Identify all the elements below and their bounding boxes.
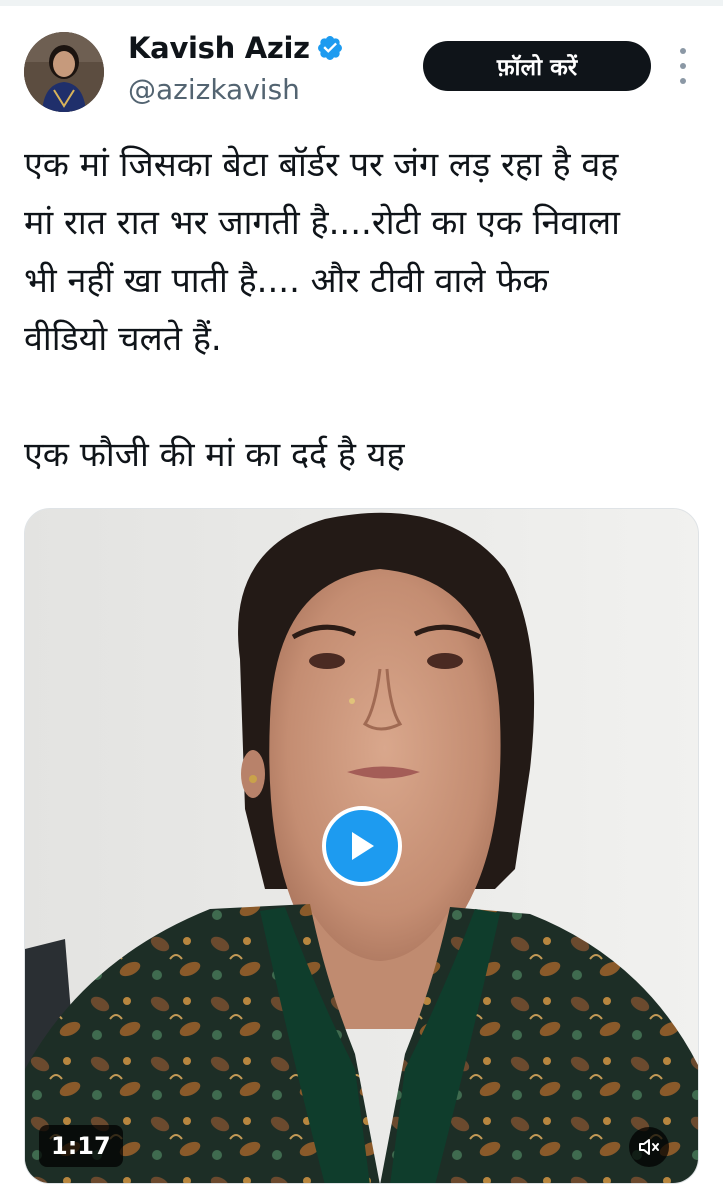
author-avatar[interactable] <box>24 32 104 112</box>
video-player[interactable]: 1:17 <box>24 508 699 1184</box>
video-duration: 1:17 <box>39 1125 123 1167</box>
follow-button[interactable]: फ़ॉलो करें <box>423 41 651 91</box>
play-icon <box>352 832 374 860</box>
verified-badge-icon <box>317 36 342 60</box>
play-button[interactable] <box>322 806 402 886</box>
tweet-text: एक मां जिसका बेटा बॉर्डर पर जंग लड़ रहा … <box>24 145 620 475</box>
author-name[interactable]: Kavish Aziz <box>128 30 310 66</box>
author-handle[interactable]: @azizkavish <box>128 72 300 108</box>
mute-button[interactable] <box>629 1127 669 1167</box>
more-vertical-icon[interactable] <box>673 48 693 84</box>
speaker-muted-icon <box>639 1139 659 1155</box>
top-divider <box>0 0 723 6</box>
